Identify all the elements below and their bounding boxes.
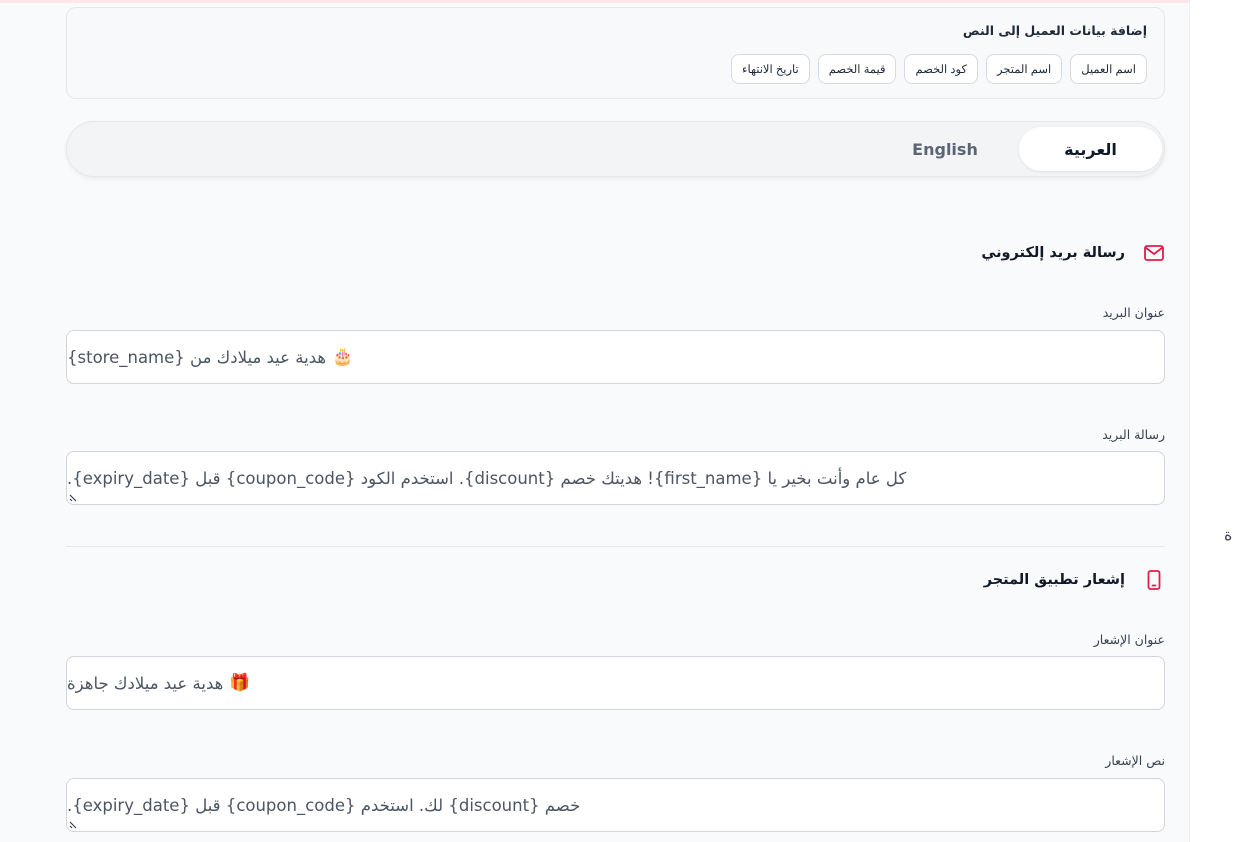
envelope-icon [1143, 242, 1165, 264]
push-title-label: عنوان الإشعار [1093, 632, 1165, 647]
email-message-label: رسالة البريد [1102, 427, 1165, 442]
side-panel [1189, 0, 1234, 842]
push-title-input[interactable]: 🎁 هدية عيد ميلادك جاهزة [66, 656, 1165, 710]
top-accent-line [0, 0, 1234, 3]
variable-chips: اسم العميل اسم المتجر كود الخصم قيمة الخ… [731, 54, 1147, 84]
cake-emoji: 🎂 [332, 347, 354, 367]
language-tabs: English العربية [66, 121, 1165, 177]
tab-english[interactable]: English [875, 127, 1015, 171]
email-message-value: كل عام وأنت بخير يا {first_name}! هديتك … [67, 468, 907, 488]
push-body-value: خصم {discount} لك. استخدم {coupon_code} … [67, 795, 581, 815]
chip-store-name[interactable]: اسم المتجر [985, 54, 1063, 84]
push-section-title: إشعار تطبيق المتجر [983, 572, 1125, 588]
chip-discount-value[interactable]: قيمة الخصم [817, 54, 897, 84]
resize-handle-icon[interactable] [69, 492, 79, 502]
chip-coupon-code[interactable]: كود الخصم [904, 54, 978, 84]
push-title-value: هدية عيد ميلادك جاهزة [67, 673, 224, 693]
variables-title: إضافة بيانات العميل إلى النص [962, 23, 1147, 38]
email-section-header: رسالة بريد إلكتروني [981, 242, 1165, 264]
email-subject-value: هدية عيد ميلادك من {store_name} [67, 347, 327, 367]
gift-emoji: 🎁 [229, 673, 251, 693]
email-subject-input[interactable]: 🎂 هدية عيد ميلادك من {store_name} [66, 330, 1165, 384]
resize-handle-icon[interactable] [69, 819, 79, 829]
chip-customer-name[interactable]: اسم العميل [1070, 54, 1147, 84]
push-section-header: إشعار تطبيق المتجر [984, 569, 1165, 591]
push-body-textarea[interactable]: خصم {discount} لك. استخدم {coupon_code} … [66, 778, 1165, 832]
email-message-textarea[interactable]: كل عام وأنت بخير يا {first_name}! هديتك … [66, 451, 1165, 505]
email-section-title: رسالة بريد إلكتروني [981, 245, 1125, 261]
side-panel-text: ة [1224, 525, 1233, 544]
mobile-phone-icon [1143, 569, 1165, 591]
customer-variables-card: إضافة بيانات العميل إلى النص اسم العميل … [66, 7, 1165, 99]
tab-arabic[interactable]: العربية [1019, 127, 1162, 171]
push-body-label: نص الإشعار [1105, 753, 1165, 768]
section-divider [66, 546, 1165, 547]
email-subject-label: عنوان البريد [1102, 305, 1165, 320]
chip-expiry-date[interactable]: تاريخ الانتهاء [731, 54, 810, 84]
